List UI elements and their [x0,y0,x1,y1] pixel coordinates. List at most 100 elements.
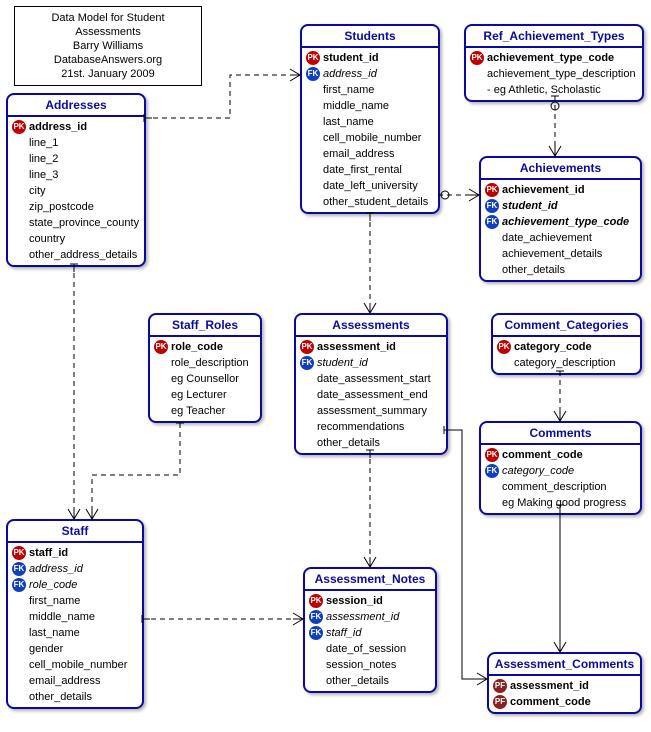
field: role_description [171,355,249,371]
pk-icon: PK [309,594,323,608]
field: assessment_id [326,609,399,625]
field: date_first_rental [323,162,402,178]
entity-title: Assessment_Notes [305,569,435,591]
field: address_id [323,66,377,82]
field: student_id [502,198,558,214]
pk-icon: PK [497,340,511,354]
field: student_id [323,50,379,66]
entity-assessment-notes: Assessment_Notes PKsession_id FKassessme… [303,567,437,693]
field: date_achievement [502,230,592,246]
entity-title: Students [302,26,438,48]
entity-addresses: Addresses PKaddress_id line_1 line_2 lin… [6,93,146,267]
field: comment_code [502,447,583,463]
field: line_1 [29,135,58,151]
field: cell_mobile_number [29,657,127,673]
entity-title: Achievements [481,158,640,180]
entity-assessments: Assessments PKassessment_id FKstudent_id… [294,313,448,455]
fk-icon: FK [309,610,323,624]
field: date_assessment_end [317,387,428,403]
field: eg Teacher [171,403,225,419]
fk-icon: FK [485,199,499,213]
field: address_id [29,561,83,577]
field: achievement_type_code [502,214,629,230]
entity-achievements: Achievements PKachievement_id FKstudent_… [479,156,642,282]
pfk-icon: PF [493,695,507,709]
entity-comments: Comments PKcomment_code FKcategory_code … [479,421,642,515]
field: session_notes [326,657,396,673]
pk-icon: PK [12,546,26,560]
field: comment_description [502,479,607,495]
field: other_details [317,435,380,451]
field: recommendations [317,419,404,435]
field: staff_id [326,625,361,641]
entity-title: Comments [481,423,640,445]
field: student_id [317,355,368,371]
title-l1: Data Model for Student Assessments [51,12,164,38]
fk-icon: FK [485,215,499,229]
field: eg Lecturer [171,387,227,403]
entity-comment-categories: Comment_Categories PKcategory_code categ… [491,313,642,375]
entity-ref-achievement-types: Ref_Achievement_Types PKachievement_type… [464,24,644,102]
field: achievement_type_code [487,50,614,66]
field: achievement_id [502,182,585,198]
pk-icon: PK [485,448,499,462]
entity-title: Assessments [296,315,446,337]
entity-title: Staff_Roles [150,315,260,337]
field: gender [29,641,63,657]
entity-title: Staff [8,521,142,543]
field: category_code [502,463,574,479]
field: line_3 [29,167,58,183]
field: assessment_summary [317,403,427,419]
field: assessment_id [510,678,589,694]
field: category_code [514,339,592,355]
field: date_of_session [326,641,406,657]
title-l2: Barry Williams [73,40,143,52]
field: staff_id [29,545,68,561]
field: - eg Athletic, Scholastic [487,82,601,98]
fk-icon: FK [309,626,323,640]
field: first_name [323,82,374,98]
field: role_code [29,577,77,593]
fk-icon: FK [306,67,320,81]
field: address_id [29,119,87,135]
entity-title: Addresses [8,95,144,117]
field: email_address [323,146,395,162]
field: other_details [29,689,92,705]
entity-staff: Staff PKstaff_id FKaddress_id FKrole_cod… [6,519,144,709]
field: email_address [29,673,101,689]
field: cell_mobile_number [323,130,421,146]
field: last_name [323,114,374,130]
field: achievement_type_description [487,66,636,82]
field: last_name [29,625,80,641]
field: eg Making good progress [502,495,626,511]
field: achievement_details [502,246,602,262]
title-l4: 21st. January 2009 [61,68,155,80]
entity-staff-roles: Staff_Roles PKrole_code role_description… [148,313,262,423]
field: middle_name [323,98,389,114]
entity-assessment-comments: Assessment_Comments PFassessment_id PFco… [487,652,642,714]
title-l3: DatabaseAnswers.org [54,54,162,66]
entity-title: Comment_Categories [493,315,640,337]
field: assessment_id [317,339,396,355]
pk-icon: PK [154,340,168,354]
fk-icon: FK [300,356,314,370]
field: other_student_details [323,194,428,210]
field: other_details [326,673,389,689]
pk-icon: PK [470,51,484,65]
field: zip_postcode [29,199,94,215]
field: city [29,183,46,199]
pk-icon: PK [306,51,320,65]
field: eg Counsellor [171,371,239,387]
fk-icon: FK [485,464,499,478]
field: session_id [326,593,383,609]
entity-title: Assessment_Comments [489,654,640,676]
fk-icon: FK [12,578,26,592]
field: other_address_details [29,247,137,263]
field: date_left_university [323,178,418,194]
field: other_details [502,262,565,278]
field: first_name [29,593,80,609]
field: state_province_county [29,215,139,231]
entity-students: Students PKstudent_id FKaddress_id first… [300,24,440,214]
fk-icon: FK [12,562,26,576]
field: line_2 [29,151,58,167]
